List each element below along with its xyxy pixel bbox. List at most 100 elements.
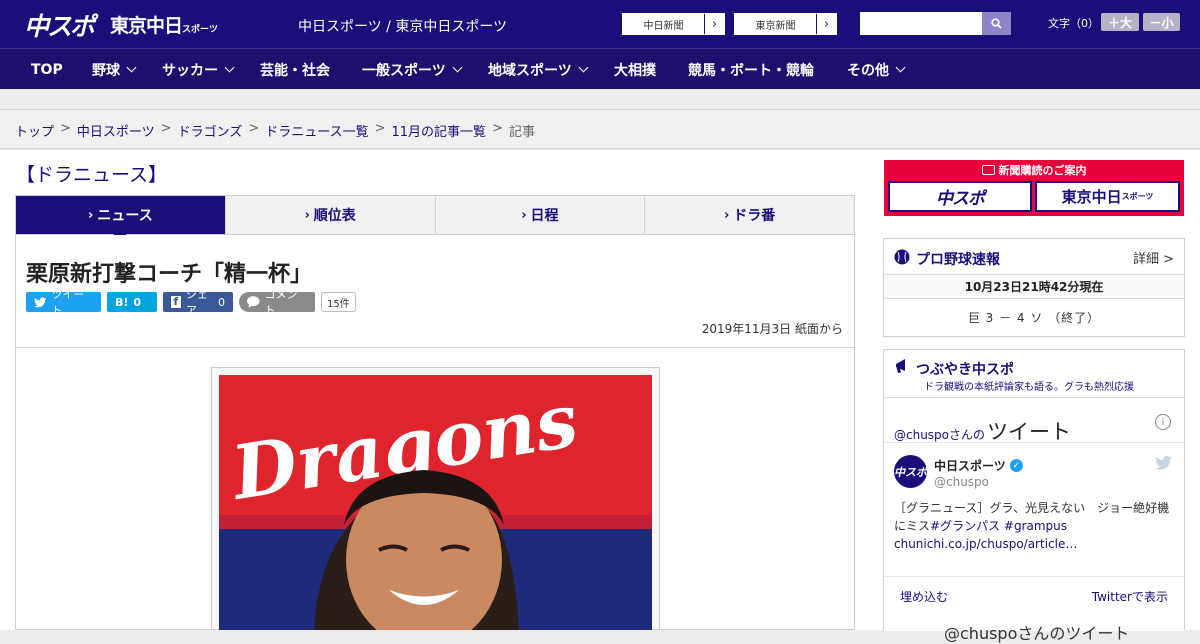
facebook-share-label: シェア — [185, 288, 208, 317]
facebook-share-button[interactable]: f シェア 0 — [163, 288, 233, 317]
comment-button[interactable]: コメント — [239, 288, 315, 317]
baseball-timestamp: 10月23日21時42分現在 — [884, 275, 1184, 299]
tweet-link[interactable]: chunichi.co.jp/chuspo/article… — [894, 537, 1077, 551]
tweet-author-name[interactable]: 中日スポーツ ✓ — [934, 457, 1023, 474]
tweet-button[interactable]: ツイート — [26, 288, 101, 317]
breadcrumb-separator: > — [374, 121, 386, 136]
comment-count[interactable]: 15件 — [321, 292, 356, 312]
newspaper-icon — [981, 164, 995, 175]
breadcrumb-separator: > — [160, 121, 172, 136]
font-size-label: 文字（0） — [1048, 17, 1099, 30]
breadcrumb-link[interactable]: ドラニュース一覧 — [265, 121, 368, 140]
chevron-right-icon: › — [704, 14, 724, 34]
nav-item-baseball[interactable]: 野球 — [92, 49, 137, 90]
nav-item-other[interactable]: その他 — [847, 49, 906, 90]
share-buttons: ツイート B! 0 f シェア 0 コメント 15件 — [26, 288, 356, 317]
nav-item-label: その他 — [847, 62, 889, 79]
chevron-down-icon — [895, 62, 906, 73]
nav-item-soccer[interactable]: サッカー — [162, 49, 235, 90]
nav-item-label: 大相撲 — [614, 62, 656, 79]
ad-logo-tokyo[interactable]: 東京中日 スポーツ — [1035, 181, 1180, 212]
tab-standings[interactable]: › 順位表 — [224, 196, 435, 234]
article-date: 2019年11月3日 紙面から — [701, 322, 843, 336]
megaphone-icon — [896, 359, 905, 374]
chevron-right-icon: › — [88, 207, 94, 223]
breadcrumb-link[interactable]: ドラゴンズ — [178, 121, 243, 140]
twitter-embed-header: @chuspoさんのツイート i — [884, 398, 1184, 446]
speech-bubble-icon — [247, 296, 260, 308]
tweet-author-id[interactable]: @chuspo — [934, 475, 989, 489]
avatar[interactable]: 中スポ — [894, 455, 927, 488]
ad-logo-tokyo-small: スポーツ — [1121, 192, 1154, 201]
nav-item-general-sports[interactable]: 一般スポーツ — [362, 49, 463, 90]
hatena-icon: B! — [115, 295, 129, 309]
twitter-embed-title[interactable]: @chuspoさんのツイート — [894, 416, 1071, 446]
tweet-hashtags[interactable]: #グランパス #grampus — [930, 519, 1067, 533]
subscription-ad[interactable]: 新聞購読のご案内 中スポ 東京中日 スポーツ — [884, 160, 1184, 216]
nav-item-entertainment[interactable]: 芸能・社会 — [260, 49, 330, 90]
paper-link-label: 東京新聞 — [735, 14, 816, 34]
chevron-right-icon: › — [304, 207, 310, 223]
info-icon[interactable]: i — [1155, 414, 1171, 430]
baseball-header: プロ野球速報 詳細 > — [884, 239, 1184, 275]
site-title[interactable]: 中日スポーツ / 東京中日スポーツ — [298, 16, 507, 36]
embed-link[interactable]: 埋め込む — [900, 588, 948, 605]
breadcrumb-separator: > — [492, 121, 503, 136]
baseball-icon — [894, 249, 910, 265]
comment-button-label: コメント — [264, 288, 298, 317]
nav-item-label: 芸能・社会 — [260, 62, 330, 79]
baseball-score[interactable]: 巨 3 － 4 ソ （終了） — [884, 299, 1184, 335]
tab-news[interactable]: › ニュース — [16, 196, 225, 241]
font-smaller-button[interactable]: －小 — [1143, 13, 1180, 31]
view-on-twitter-link[interactable]: Twitterで表示 — [1092, 588, 1168, 605]
next-tweet-heading: @chuspoさんのツイート — [944, 624, 1130, 643]
tsubuyaki-widget: つぶやき中スポ ドラ観戦の本紙評論家も語る。グラも熱烈応援 @chuspoさんの… — [883, 349, 1185, 643]
breadcrumb-separator: > — [248, 121, 260, 136]
chevron-down-icon — [126, 62, 137, 73]
tab-schedule[interactable]: › 日程 — [434, 196, 645, 234]
baseball-title: プロ野球速報 — [916, 252, 1000, 268]
tokyo-chunichi-logo-text: 東京中日 — [110, 15, 183, 37]
twitter-bird-icon[interactable] — [1155, 456, 1172, 470]
tab-dora-ban[interactable]: › ドラ番 — [644, 196, 854, 234]
nav-item-racing[interactable]: 競馬・ボート・競輪 — [688, 49, 814, 90]
chevron-down-icon — [578, 62, 589, 73]
search-button[interactable] — [982, 12, 1011, 35]
nav-item-label: TOP — [31, 61, 63, 78]
chuspo-logo[interactable]: 中スポ — [24, 7, 95, 43]
twitter-handle: @chuspoさんの — [894, 428, 986, 442]
baseball-detail-link[interactable]: 詳細 > — [1133, 248, 1174, 267]
ad-logo-chuspo[interactable]: 中スポ — [888, 181, 1032, 212]
twitter-embed: @chuspoさんのツイート i 中スポ 中日スポーツ ✓ @chuspo ［グ… — [884, 397, 1184, 643]
chevron-right-icon: › — [816, 14, 836, 34]
article-photo[interactable]: Dragons — [219, 375, 652, 630]
main-nav: TOP 野球 サッカー 芸能・社会 一般スポーツ 地域スポーツ 大相撲 競馬・ボ… — [0, 48, 1200, 89]
tokyo-shimbun-link[interactable]: 東京新聞 › — [734, 13, 837, 35]
chevron-down-icon — [224, 62, 235, 73]
site-header: 中スポ 東京中日スポーツ 中日スポーツ / 東京中日スポーツ 中日新聞 › 東京… — [0, 0, 1200, 48]
search-input[interactable] — [860, 12, 982, 35]
pro-baseball-widget: プロ野球速報 詳細 > 10月23日21時42分現在 巨 3 － 4 ソ （終了… — [883, 238, 1185, 337]
nav-item-label: 野球 — [92, 62, 120, 79]
news-tabs: › ニュース › 順位表 › 日程 › ドラ番 — [15, 195, 855, 241]
breadcrumb-link[interactable]: 11月の記事一覧 — [392, 121, 487, 140]
ad-logo-tokyo-text: 東京中日 — [1061, 188, 1122, 206]
tweet-body: ［グラニュース］グラ、光見えない ジョー絶好機にミス#グランパス #grampu… — [894, 499, 1176, 553]
facebook-icon: f — [171, 295, 181, 308]
hatena-bookmark-button[interactable]: B! 0 — [107, 292, 157, 312]
chunichi-shimbun-link[interactable]: 中日新聞 › — [622, 13, 725, 35]
ad-header: 新聞購読のご案内 — [884, 160, 1184, 179]
nav-item-local-sports[interactable]: 地域スポーツ — [488, 49, 589, 90]
breadcrumb-link[interactable]: トップ — [15, 121, 54, 140]
chevron-down-icon — [452, 62, 463, 73]
breadcrumb-link[interactable]: 中日スポーツ — [77, 121, 155, 140]
chevron-right-icon: › — [521, 207, 527, 223]
nav-item-top[interactable]: TOP — [31, 49, 63, 90]
tab-label: ニュース — [97, 208, 153, 224]
nav-item-sumo[interactable]: 大相撲 — [614, 49, 656, 90]
nav-item-label: 競馬・ボート・競輪 — [688, 62, 814, 79]
chevron-right-icon: › — [723, 207, 730, 223]
tokyo-chunichi-logo[interactable]: 東京中日スポーツ — [110, 11, 218, 38]
font-bigger-button[interactable]: ＋大 — [1101, 13, 1139, 31]
tab-label: 日程 — [530, 208, 559, 224]
